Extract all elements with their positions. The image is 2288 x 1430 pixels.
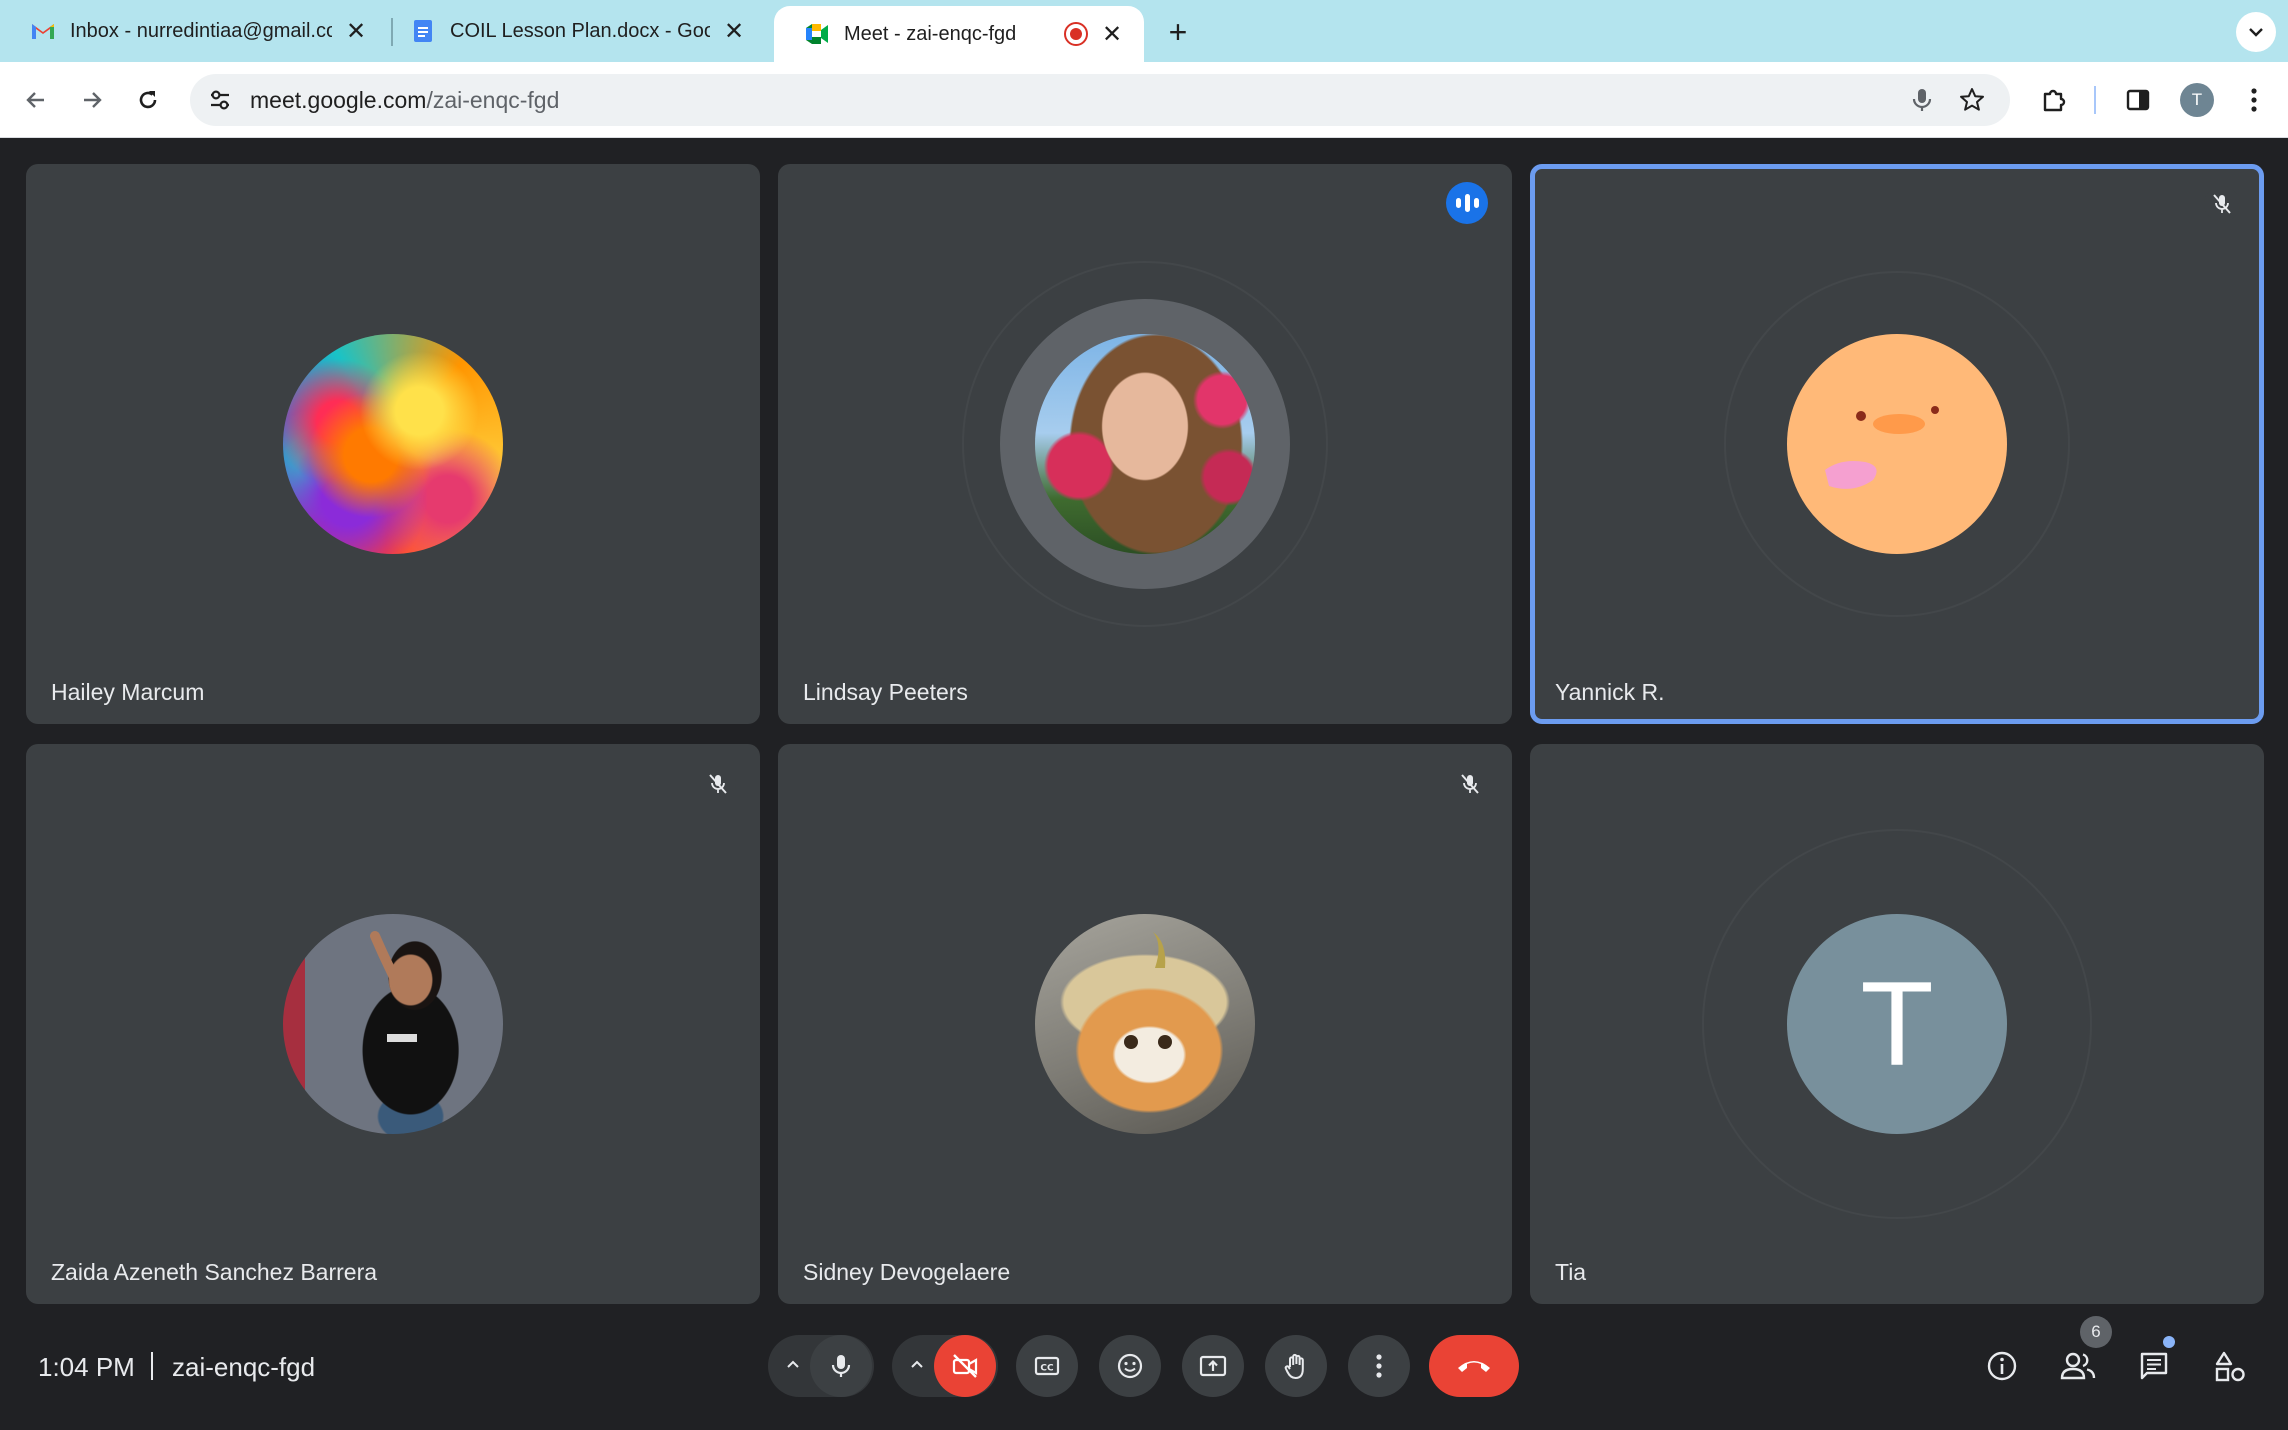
arrow-right-icon <box>84 92 102 108</box>
address-bar[interactable]: meet.google.com/zai-enqc-fgd <box>190 74 2010 126</box>
reload-icon <box>139 91 157 109</box>
participant-avatar <box>1035 914 1255 1134</box>
close-tab-icon[interactable]: ✕ <box>1098 20 1126 48</box>
chevron-down-icon <box>2249 28 2263 37</box>
tab-title: COIL Lesson Plan.docx - Google Docs <box>450 19 710 42</box>
meet-icon <box>804 21 830 47</box>
participant-name: Tia <box>1555 1259 1587 1285</box>
participant-tile[interactable]: Zaida Azeneth Sanchez Barrera <box>26 744 760 1304</box>
participant-tile[interactable]: T Tia <box>1530 744 2264 1304</box>
participant-tile[interactable]: Hailey Marcum <box>26 164 760 724</box>
docs-icon <box>410 18 436 44</box>
speaking-indicator-icon <box>1446 182 1488 224</box>
info-divider <box>151 1352 153 1380</box>
forward-button[interactable] <box>72 80 112 120</box>
participant-avatar <box>1035 334 1255 554</box>
video-options-button[interactable] <box>902 1350 932 1380</box>
closed-captions-icon: CC <box>1034 1356 1060 1376</box>
browser-toolbar: meet.google.com/zai-enqc-fgd T <box>0 62 2288 138</box>
chevron-up-icon <box>911 1360 923 1368</box>
meeting-code: zai-enqc-fgd <box>172 1352 316 1382</box>
reactions-button[interactable] <box>1099 1335 1161 1397</box>
meeting-time: 1:04 PM <box>38 1352 135 1382</box>
tab-gmail[interactable]: Inbox - nurredintiaa@gmail.com ✕ <box>0 0 388 62</box>
tab-search-button[interactable] <box>2236 12 2276 52</box>
audio-options-button[interactable] <box>778 1350 808 1380</box>
emoji-icon <box>1117 1353 1143 1379</box>
info-icon <box>1987 1351 2017 1381</box>
more-vert-icon <box>1376 1354 1382 1378</box>
browser-menu-button[interactable] <box>2234 80 2274 120</box>
captions-button[interactable]: CC <box>1016 1335 1078 1397</box>
url-text: meet.google.com/zai-enqc-fgd <box>250 87 560 113</box>
activities-button[interactable] <box>2208 1344 2252 1388</box>
unread-dot <box>2163 1336 2175 1348</box>
meeting-details-button[interactable] <box>1980 1344 2024 1388</box>
chevron-up-icon <box>787 1360 799 1368</box>
participant-name: Zaida Azeneth Sanchez Barrera <box>51 1259 378 1285</box>
video-off-icon <box>952 1354 978 1378</box>
mic-off-icon <box>1452 766 1488 802</box>
raise-hand-button[interactable] <box>1265 1335 1327 1397</box>
leave-call-button[interactable] <box>1429 1335 1519 1397</box>
toolbar-divider <box>2094 86 2096 114</box>
more-options-button[interactable] <box>1348 1335 1410 1397</box>
participant-avatar <box>283 334 503 554</box>
hand-icon <box>1284 1353 1304 1379</box>
recording-icon <box>1064 22 1088 46</box>
side-panel-icon[interactable] <box>2118 80 2158 120</box>
participant-name: Lindsay Peeters <box>803 679 968 705</box>
profile-avatar[interactable]: T <box>2180 83 2214 117</box>
close-tab-icon[interactable]: ✕ <box>720 17 748 45</box>
microphone-button[interactable] <box>810 1335 872 1397</box>
participant-avatar <box>1787 334 2007 554</box>
participant-tile[interactable]: Sidney Devogelaere <box>778 744 1512 1304</box>
participant-avatar: T <box>1787 914 2007 1134</box>
bookmark-star-icon[interactable] <box>1958 86 1986 114</box>
participant-name: Hailey Marcum <box>51 679 205 705</box>
tab-meet[interactable]: Meet - zai-enqc-fgd ✕ <box>774 6 1144 62</box>
participant-tile[interactable]: Yannick R. <box>1530 164 2264 724</box>
participant-name: Sidney Devogelaere <box>803 1259 1011 1285</box>
participant-tile[interactable]: Lindsay Peeters <box>778 164 1512 724</box>
site-settings-icon[interactable] <box>206 86 234 114</box>
microphone-icon[interactable] <box>1908 86 1936 114</box>
more-vert-icon <box>2251 88 2257 112</box>
mic-off-icon <box>700 766 736 802</box>
avatar-initial: T <box>1860 957 1934 1091</box>
chat-button[interactable] <box>2132 1344 2176 1388</box>
shapes-icon <box>2215 1351 2245 1382</box>
close-tab-icon[interactable]: ✕ <box>342 17 370 45</box>
present-to-all-icon <box>1199 1355 1227 1377</box>
svg-text:CC: CC <box>1040 1364 1054 1374</box>
gmail-icon <box>30 18 56 44</box>
mic-off-icon <box>2204 186 2240 222</box>
new-tab-button[interactable]: + <box>1158 12 1198 52</box>
participant-avatar <box>283 914 503 1134</box>
browser-tab-strip: Inbox - nurredintiaa@gmail.com ✕ COIL Le… <box>0 0 2288 62</box>
people-icon <box>2060 1352 2096 1380</box>
tab-google-docs[interactable]: COIL Lesson Plan.docx - Google Docs ✕ <box>380 0 766 62</box>
arrow-left-icon <box>26 92 44 108</box>
microphone-icon <box>831 1355 851 1377</box>
tab-title: Meet - zai-enqc-fgd <box>844 22 1017 45</box>
tab-title: Inbox - nurredintiaa@gmail.com <box>70 19 332 42</box>
people-button[interactable] <box>2056 1344 2100 1388</box>
extensions-icon[interactable] <box>2034 80 2074 120</box>
back-button[interactable] <box>16 80 56 120</box>
chat-icon <box>2140 1352 2168 1380</box>
camera-off-button[interactable] <box>934 1335 996 1397</box>
present-screen-button[interactable] <box>1182 1335 1244 1397</box>
participant-name: Yannick R. <box>1555 679 1665 705</box>
reload-button[interactable] <box>128 80 168 120</box>
call-end-icon <box>1458 1361 1490 1372</box>
